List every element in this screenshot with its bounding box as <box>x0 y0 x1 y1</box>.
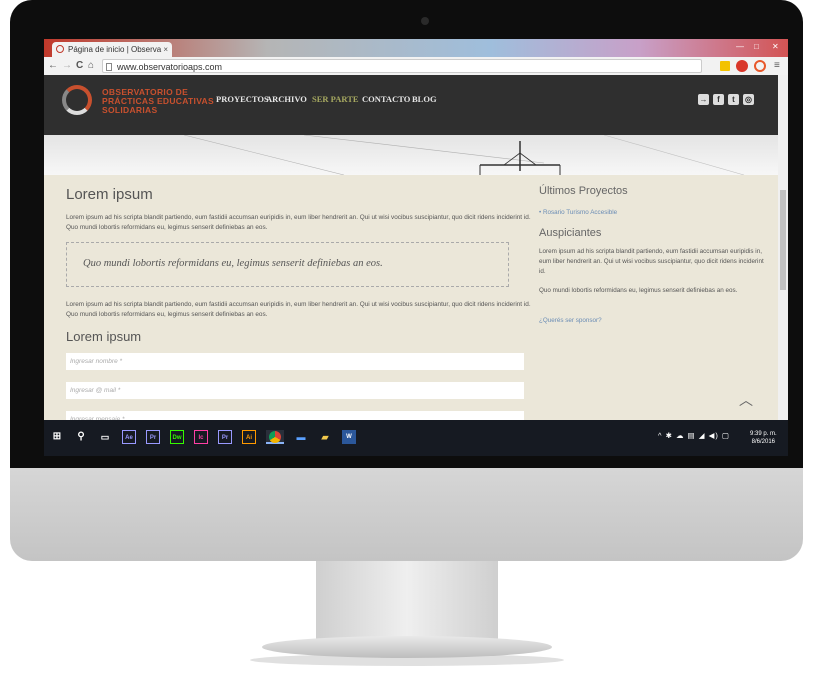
project-link[interactable]: • Rosario Turismo Accesible <box>539 208 764 218</box>
menu-icon[interactable]: ≡ <box>774 59 780 73</box>
minimize-button[interactable]: — <box>736 41 744 53</box>
clock-time: 9:39 p. m. <box>750 431 777 437</box>
premiere-icon[interactable]: Pr <box>146 430 160 444</box>
maximize-button[interactable]: □ <box>754 41 759 53</box>
star-icon[interactable] <box>720 61 730 71</box>
page-icon <box>106 63 112 71</box>
intro-paragraph: Lorem ipsum ad his scripta blandit parti… <box>66 214 531 231</box>
hero-photo <box>183 135 745 175</box>
dreamweaver-icon[interactable]: Dw <box>170 430 184 444</box>
monitor-base <box>262 636 552 658</box>
webcam <box>421 17 429 25</box>
home-icon[interactable]: ⌂ <box>88 59 94 73</box>
form-title: Lorem ipsum <box>66 329 142 344</box>
reload-icon[interactable]: C <box>76 59 83 73</box>
close-window-button[interactable]: ✕ <box>772 41 779 53</box>
nav-item-blog[interactable]: BLOG <box>412 94 437 104</box>
screen: Página de inicio | Observa × — □ ✕ ← → C… <box>44 39 788 456</box>
logo-icon[interactable] <box>62 85 92 115</box>
word-icon[interactable]: W <box>342 430 356 444</box>
scroll-to-top-icon[interactable]: ︿ <box>739 390 753 410</box>
page-scrollbar[interactable] <box>778 75 788 420</box>
hero-image <box>44 135 778 175</box>
nav-item-contacto[interactable]: CONTACTO <box>362 94 410 104</box>
windows-taskbar: ⊞ ⚲ ▭ Ae Pr Dw Ic Pr Ai ▬ ▰ W ^ ✱ ☁ ▤ ◢ … <box>44 420 788 456</box>
opera-icon[interactable] <box>754 60 766 72</box>
page-title: Lorem ipsum <box>66 186 153 203</box>
sponsors-heading: Auspiciantes <box>539 227 602 239</box>
premiere-2-icon[interactable]: Pr <box>218 430 232 444</box>
nav-item-archivo[interactable]: ARCHIVO <box>266 94 307 104</box>
tab-close-icon[interactable]: × <box>163 42 168 57</box>
tab-title: Página de inicio | Observa <box>68 45 162 54</box>
incopy-icon[interactable]: Ic <box>194 430 208 444</box>
taskbar-clock[interactable]: 9:39 p. m. 8/6/2016 <box>750 430 777 446</box>
browser-tab[interactable]: Página de inicio | Observa × <box>52 42 172 57</box>
site-header: OBSERVATORIO DE PRÁCTICAS EDUCATIVAS SOL… <box>44 75 788 135</box>
facebook-icon[interactable]: f <box>713 94 724 105</box>
address-bar[interactable]: www.observatorioaps.com <box>102 59 702 73</box>
recent-projects-heading: Últimos Proyectos <box>539 185 628 197</box>
email-field[interactable]: Ingresar @ mail * <box>66 382 524 399</box>
system-tray-icons[interactable]: ^ ✱ ☁ ▤ ◢ ◀) ▢ <box>658 431 730 440</box>
twitter-icon[interactable]: t <box>728 94 739 105</box>
browser-toolbar: ← → C ⌂ www.observatorioaps.com ≡ <box>44 57 788 76</box>
sponsors-paragraph-2: Quo mundi lobortis reformidans eu, legim… <box>539 287 738 294</box>
clock-date: 8/6/2016 <box>751 439 776 445</box>
monitor-chin <box>10 468 803 561</box>
instagram-icon[interactable]: ◎ <box>743 94 754 105</box>
logo-text-line-3: SOLIDARIAS <box>102 105 158 115</box>
quote-text: Quo mundi lobortis reformidans eu, legim… <box>83 258 383 269</box>
illustrator-icon[interactable]: Ai <box>242 430 256 444</box>
browser-tab-bar: Página de inicio | Observa × — □ ✕ <box>44 39 788 57</box>
scrollbar-thumb[interactable] <box>780 190 786 290</box>
nav-item-proyectos[interactable]: PROYECTOS <box>216 94 269 104</box>
nav-item-ser-parte[interactable]: SER PARTE <box>312 94 359 104</box>
task-view-icon[interactable]: ▭ <box>98 430 112 444</box>
login-icon[interactable]: → <box>698 94 709 105</box>
adblock-icon[interactable] <box>736 60 748 72</box>
name-field[interactable]: Ingresar nombre * <box>66 353 524 370</box>
search-icon[interactable]: ⚲ <box>74 430 88 444</box>
body-paragraph: Lorem ipsum ad his scripta blandit parti… <box>66 301 531 318</box>
sponsor-link[interactable]: ¿Querés ser sponsor? <box>539 316 764 326</box>
back-icon[interactable]: ← <box>48 59 58 73</box>
project-link-text: Rosario Turismo Accesible <box>542 209 618 216</box>
page-content: Lorem ipsum Lorem ipsum ad his scripta b… <box>44 175 778 423</box>
photos-icon[interactable]: ▬ <box>294 430 308 444</box>
after-effects-icon[interactable]: Ae <box>122 430 136 444</box>
folder-icon[interactable]: ▰ <box>318 430 332 444</box>
forward-icon[interactable]: → <box>62 59 72 73</box>
url-text: www.observatorioaps.com <box>117 62 223 72</box>
windows-start-icon[interactable]: ⊞ <box>50 430 64 444</box>
blockquote: Quo mundi lobortis reformidans eu, legim… <box>66 242 509 287</box>
sponsors-paragraph-1: Lorem ipsum ad his scripta blandit parti… <box>539 248 764 275</box>
favicon-icon <box>56 45 64 53</box>
chrome-taskbar-icon[interactable] <box>266 430 284 444</box>
